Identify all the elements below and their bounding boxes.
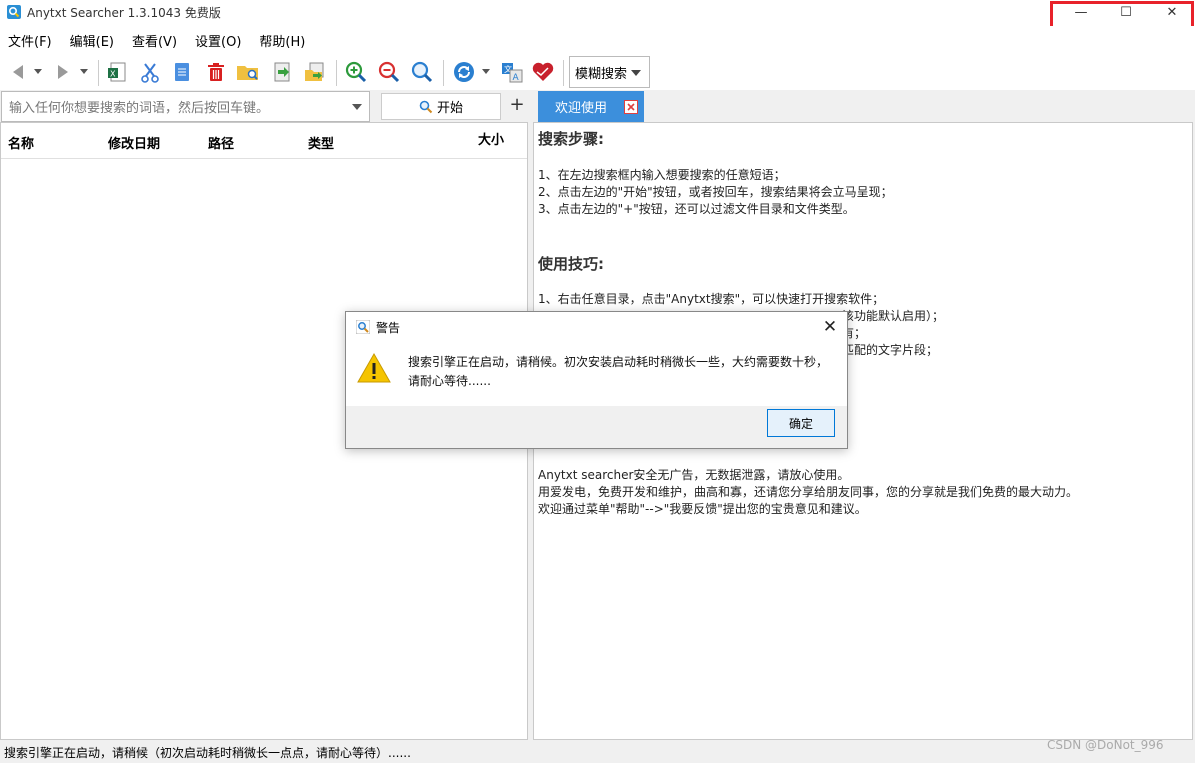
- menu-bar: 文件(F) 编辑(E) 查看(V) 设置(O) 帮助(H): [0, 26, 1195, 54]
- column-header-path[interactable]: 路径: [208, 133, 234, 152]
- column-header-type[interactable]: 类型: [308, 133, 334, 152]
- zoom-in-button[interactable]: [344, 60, 368, 84]
- column-header-name[interactable]: 名称: [8, 133, 34, 152]
- app-search-icon: [7, 5, 21, 19]
- status-bar: 搜索引擎正在启动，请稍候（初次启动耗时稍微长一点点，请耐心等待）......: [0, 741, 1195, 763]
- refresh-icon: [454, 62, 474, 82]
- translate-icon: 文A: [502, 63, 523, 83]
- app-search-icon: [356, 320, 370, 334]
- menu-edit[interactable]: 编辑(E): [70, 31, 114, 50]
- step-line: 3、点击左边的"+"按钮，还可以过滤文件目录和文件类型。: [538, 202, 855, 216]
- toolbar-separator: [336, 60, 337, 86]
- tab-close-button[interactable]: [624, 100, 638, 114]
- svg-text:A: A: [513, 73, 520, 83]
- search-mode-select[interactable]: 模糊搜索: [569, 56, 650, 88]
- menu-help[interactable]: 帮助(H): [259, 31, 305, 50]
- import-button[interactable]: [270, 60, 294, 84]
- results-header: 名称 修改日期 路径 类型 大小: [1, 123, 527, 159]
- back-arrow-icon: [13, 65, 23, 79]
- open-folder-button[interactable]: [236, 60, 260, 84]
- title-bar: Anytxt Searcher 1.3.1043 免费版 — ☐ ✕: [0, 0, 1195, 26]
- forward-dropdown-icon[interactable]: [80, 69, 88, 74]
- magnifier-icon: [411, 61, 433, 83]
- menu-settings[interactable]: 设置(O): [195, 31, 241, 50]
- refresh-button[interactable]: [452, 60, 476, 84]
- heart-hands-icon: [532, 62, 554, 81]
- tip-line: 匹配的文字片段；: [842, 343, 939, 357]
- footer-line: Anytxt searcher安全无广告，无数据泄露，请放心使用。: [538, 468, 850, 482]
- window-title: Anytxt Searcher 1.3.1043 免费版: [27, 6, 221, 20]
- search-placeholder: 输入任何你想要搜索的词语，然后按回车键。: [9, 101, 270, 116]
- dialog-title: 警告: [376, 321, 401, 335]
- svg-text:X: X: [110, 70, 116, 79]
- ok-button[interactable]: 确定: [767, 409, 835, 437]
- search-mode-value: 模糊搜索: [575, 66, 628, 82]
- copy-document-icon: [175, 63, 189, 81]
- zoom-out-button[interactable]: [377, 60, 401, 84]
- dialog-close-button[interactable]: ✕: [820, 317, 840, 337]
- dialog-titlebar: 警告 ✕: [346, 312, 847, 342]
- step-line: 2、点击左边的"开始"按钮，或者按回车，搜索结果将会立马呈现；: [538, 185, 893, 199]
- menu-file[interactable]: 文件(F): [8, 31, 52, 50]
- tab-welcome[interactable]: 欢迎使用: [538, 91, 644, 122]
- export-folder-icon: [305, 62, 324, 81]
- warning-icon: [357, 352, 391, 383]
- column-header-modified[interactable]: 修改日期: [108, 133, 160, 152]
- search-row: 输入任何你想要搜索的词语，然后按回车键。 开始 + 欢迎使用: [0, 90, 1195, 122]
- start-search-button[interactable]: 开始: [381, 93, 501, 120]
- search-history-dropdown-icon[interactable]: [352, 104, 362, 110]
- folder-search-icon: [237, 66, 258, 80]
- toolbar: X 文A 模糊搜索: [0, 54, 1195, 90]
- back-dropdown-icon[interactable]: [34, 69, 42, 74]
- menu-view[interactable]: 查看(V): [132, 31, 177, 50]
- translate-button[interactable]: 文A: [500, 60, 524, 84]
- footer-line: 用爱发电，免费开发和维护，曲高和寡，还请您分享给朋友同事，您的分享就是我们免费的…: [538, 485, 1079, 499]
- watermark: CSDN @DoNot_996: [1047, 738, 1164, 752]
- donate-button[interactable]: [531, 60, 555, 84]
- steps-heading: 搜索步骤:: [538, 130, 604, 148]
- delete-button[interactable]: [204, 60, 228, 84]
- toolbar-separator: [443, 60, 444, 86]
- tab-welcome-label: 欢迎使用: [555, 101, 608, 116]
- forward-arrow-icon: [58, 65, 68, 79]
- search-input[interactable]: 输入任何你想要搜索的词语，然后按回车键。: [1, 91, 370, 122]
- document-arrow-icon: [274, 62, 290, 82]
- export-excel-button[interactable]: X: [105, 60, 129, 84]
- zoom-in-icon: [345, 61, 367, 83]
- start-button-label: 开始: [436, 101, 463, 116]
- export-button[interactable]: [303, 60, 327, 84]
- footer-line: 欢迎通过菜单"帮助"-->"我要反馈"提出您的宝贵意见和建议。: [538, 502, 867, 516]
- tip-line: 1、右击任意目录，点击"Anytxt搜索"，可以快速打开搜索软件；: [538, 292, 885, 306]
- warning-dialog: 警告 ✕ 搜索引擎正在启动，请稍候。初次安装启动耗时稍微长一些，大约需要数十秒，…: [345, 311, 848, 449]
- cut-button[interactable]: [138, 60, 162, 84]
- chevron-down-icon: [631, 70, 641, 76]
- excel-icon: X: [108, 62, 126, 82]
- status-text: 搜索引擎正在启动，请稍候（初次启动耗时稍微长一点点，请耐心等待）......: [4, 746, 411, 760]
- scissors-icon: [141, 63, 159, 83]
- add-filter-button[interactable]: +: [509, 95, 525, 115]
- column-header-size[interactable]: 大小: [478, 129, 504, 148]
- step-line: 1、在左边搜索框内输入想要搜索的任意短语；: [538, 168, 786, 182]
- dialog-message: 搜索引擎正在启动，请稍候。初次安装启动耗时稍微长一些，大约需要数十秒，请耐心等待…: [408, 355, 829, 388]
- forward-button[interactable]: [51, 60, 75, 84]
- find-button[interactable]: [410, 60, 434, 84]
- toolbar-separator: [563, 60, 564, 86]
- close-icon: [627, 103, 635, 111]
- tips-heading: 使用技巧:: [538, 255, 604, 273]
- refresh-dropdown-icon[interactable]: [482, 69, 490, 74]
- trash-icon: [208, 63, 224, 81]
- zoom-out-icon: [378, 61, 400, 83]
- back-button[interactable]: [6, 60, 30, 84]
- copy-button[interactable]: [170, 60, 194, 84]
- toolbar-separator: [98, 60, 99, 86]
- search-icon: [419, 100, 433, 113]
- tip-line: 该功能默认启用）；: [842, 309, 945, 323]
- dialog-body: 搜索引擎正在启动，请稍候。初次安装启动耗时稍微长一些，大约需要数十秒，请耐心等待…: [346, 342, 847, 406]
